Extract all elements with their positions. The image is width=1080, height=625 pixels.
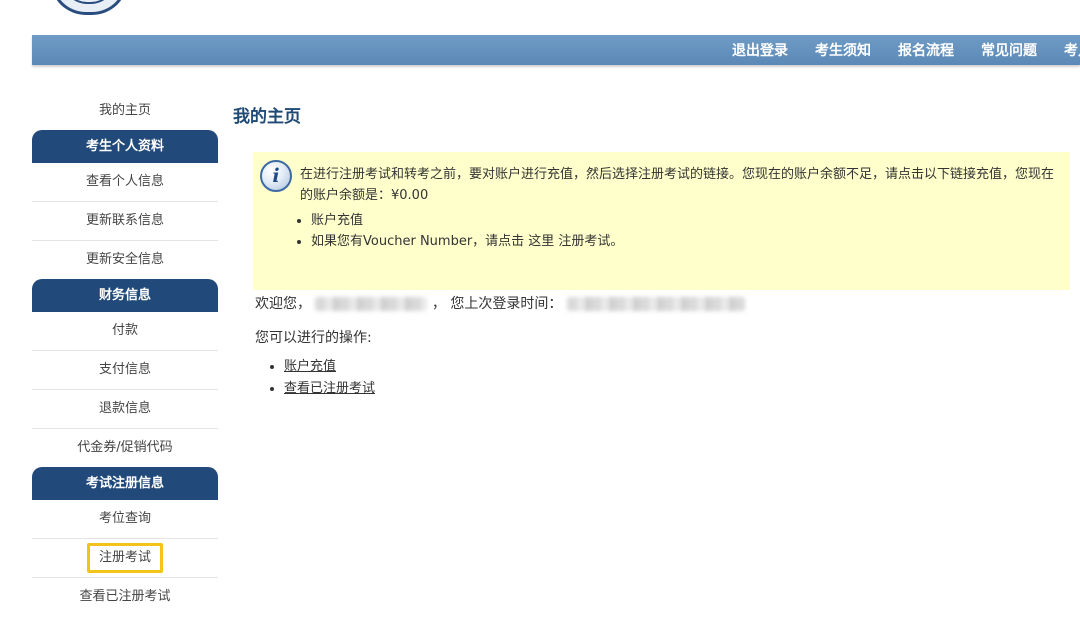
notice-item-voucher[interactable]: 如果您有Voucher Number，请点击 这里 注册考试。 xyxy=(311,231,623,252)
redacted-username xyxy=(315,297,428,311)
sidebar-item-payment-info[interactable]: 支付信息 xyxy=(32,351,218,390)
sidebar-item-view-registered[interactable]: 查看已注册考试 xyxy=(32,578,218,616)
welcome-prefix: 欢迎您， xyxy=(255,296,311,312)
notice-text: 在进行注册考试和转考之前，要对账户进行充值，然后选择注册考试的链接。您现在的账户… xyxy=(300,167,1055,203)
sidebar-item-view-profile[interactable]: 查看个人信息 xyxy=(32,163,218,202)
register-exam-highlight[interactable]: 注册考试 xyxy=(86,543,163,573)
last-login-label: ， 您上次登录时间： xyxy=(431,296,563,312)
notice-list: 账户充值 如果您有Voucher Number，请点击 这里 注册考试。 xyxy=(295,210,623,252)
sidebar-item-register-exam[interactable]: 注册考试 xyxy=(32,539,218,578)
sidebar-item-update-security[interactable]: 更新安全信息 xyxy=(32,241,218,279)
sidebar-item-payment[interactable]: 付款 xyxy=(32,312,218,351)
sidebar-item-refund-info[interactable]: 退款信息 xyxy=(32,390,218,429)
ops-item: 账户充值 xyxy=(284,356,375,378)
nav-logout[interactable]: 退出登录 xyxy=(732,40,788,60)
top-nav: 退出登录 考生须知 报名流程 常见问题 考点 xyxy=(32,35,1080,65)
ops-item: 查看已注册考试 xyxy=(284,378,375,400)
sidebar-section-finance: 财务信息 xyxy=(32,279,218,312)
nav-registration-process[interactable]: 报名流程 xyxy=(898,40,954,60)
sidebar-section-profile: 考生个人资料 xyxy=(32,130,218,163)
sidebar-item-seat-query[interactable]: 考位查询 xyxy=(32,500,218,539)
nav-test-center[interactable]: 考点 xyxy=(1064,40,1080,60)
main-content: 我的主页 i 在进行注册考试和转考之前，要对账户进行充值，然后选择注册考试的链接… xyxy=(233,96,1080,396)
sidebar: 我的主页 考生个人资料 查看个人信息 更新联系信息 更新安全信息 财务信息 付款… xyxy=(32,92,218,616)
welcome-line: 欢迎您， ， 您上次登录时间： xyxy=(255,293,745,313)
ops-label: 您可以进行的操作: xyxy=(255,330,372,346)
nav-candidate-notice[interactable]: 考生须知 xyxy=(815,40,871,60)
redacted-last-login-time xyxy=(566,297,745,311)
top-navigation-bar: 退出登录 考生须知 报名流程 常见问题 考点 xyxy=(32,35,1080,65)
sidebar-item-voucher[interactable]: 代金券/促销代码 xyxy=(32,429,218,467)
sidebar-item-update-contact[interactable]: 更新联系信息 xyxy=(32,202,218,241)
ops-list: 账户充值 查看已注册考试 xyxy=(268,356,375,400)
view-registered-link[interactable]: 查看已注册考试 xyxy=(284,381,375,396)
notice-item-recharge[interactable]: 账户充值 xyxy=(311,210,623,231)
recharge-link[interactable]: 账户充值 xyxy=(284,359,336,374)
sidebar-section-exam: 考试注册信息 xyxy=(32,467,218,500)
info-icon: i xyxy=(260,160,292,192)
logo xyxy=(50,0,128,15)
sidebar-item-home[interactable]: 我的主页 xyxy=(32,92,218,130)
notice-box: i 在进行注册考试和转考之前，要对账户进行充值，然后选择注册考试的链接。您现在的… xyxy=(253,152,1070,290)
nav-faq[interactable]: 常见问题 xyxy=(981,40,1037,60)
page-title: 我的主页 xyxy=(233,107,301,127)
